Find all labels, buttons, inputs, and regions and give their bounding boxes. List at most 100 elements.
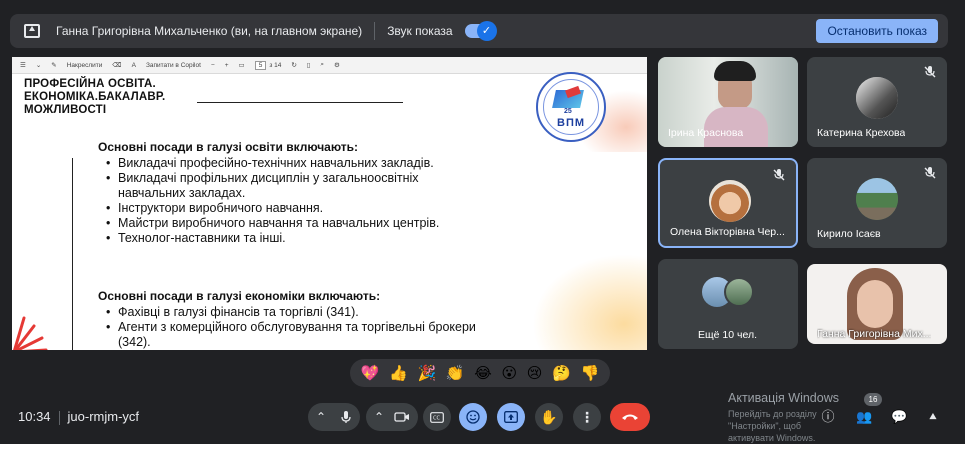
reaction-sad-icon[interactable]: 😢	[527, 364, 543, 382]
slide-page: ПРОФЕСІЙНА ОСВІТА. ЕКОНОМІКА.БАКАЛАВР. М…	[12, 72, 647, 350]
header-underline	[197, 102, 403, 103]
person-hair	[714, 61, 756, 81]
list-item: Інструктори виробничого навчання.	[106, 201, 486, 216]
stop-presenting-button[interactable]: Остановить показ	[816, 19, 938, 43]
participant-tile[interactable]: Ірина Краснова	[658, 57, 798, 147]
zoom-out-button[interactable]: −	[211, 62, 215, 69]
filter-icon[interactable]: ⌄	[36, 61, 41, 69]
participant-tile[interactable]: Кирило Ісаєв	[807, 158, 947, 248]
reactions-button[interactable]	[459, 403, 487, 431]
reaction-party-icon[interactable]: 🎉	[418, 364, 437, 382]
hand-icon: ✋	[540, 408, 558, 425]
present-screen-icon	[504, 411, 518, 423]
chevron-up-icon[interactable]: ⌃	[374, 410, 384, 424]
closed-captions-icon: CC	[430, 411, 444, 423]
microphone-icon[interactable]	[340, 410, 352, 424]
avatar	[709, 180, 751, 222]
participant-tile[interactable]: Катерина Крехова	[807, 57, 947, 147]
meeting-info: 10:34 juo-rmjm-ycf	[18, 409, 139, 425]
header-line: ПРОФЕСІЙНА ОСВІТА.	[24, 78, 156, 90]
pdf-toolbar: ☰ ⌄ ✎ Накреслити ⌫ A Запитати в Copilot …	[12, 57, 647, 74]
vertical-rule	[72, 158, 73, 350]
reaction-thumbs-down-icon[interactable]: 👎	[580, 364, 599, 382]
meet-window: Ганна Григорівна Михальченко (ви, на гла…	[0, 0, 965, 452]
reaction-thumbs-up-icon[interactable]: 👍	[389, 364, 408, 382]
more-participants-label: Ещё 10 чел.	[698, 329, 758, 341]
draw-label[interactable]: Накреслити	[67, 62, 103, 69]
header-line: МОЖЛИВОСТІ	[24, 104, 107, 116]
participant-name: Катерина Крехова	[817, 127, 906, 139]
emoji-smile-icon	[466, 410, 480, 424]
sunburst-decor-icon	[13, 316, 48, 350]
present-button[interactable]	[497, 403, 525, 431]
presenting-banner: Ганна Григорівна Михальченко (ви, на гла…	[10, 14, 948, 48]
page-number-input[interactable]: 5	[254, 60, 267, 70]
reactions-bar: 💖 👍 🎉 👏 😂 😮 😢 🤔 👎	[350, 359, 610, 387]
settings-icon[interactable]: ⚙	[334, 61, 340, 69]
section-title: Основні посади в галузі економіки включа…	[98, 289, 381, 303]
more-vert-icon: ⋮	[580, 408, 594, 425]
mic-off-icon	[924, 167, 936, 179]
participant-name: Ганна Григорівна Мих...	[817, 328, 932, 340]
eraser-icon[interactable]: ⌫	[112, 61, 121, 69]
shared-screen: ☰ ⌄ ✎ Накреслити ⌫ A Запитати в Copilot …	[12, 57, 647, 350]
more-participants-tile[interactable]: Ещё 10 чел.	[658, 259, 798, 349]
chevron-up-icon[interactable]: ⌃	[316, 410, 326, 424]
divider	[374, 22, 376, 40]
divider	[58, 410, 60, 425]
institution-logo: 25 ВПМ	[536, 72, 606, 142]
present-screen-icon	[24, 24, 40, 38]
section-title: Основні посади в галузі освіти включають…	[98, 140, 359, 154]
people-icon[interactable]: 👥	[856, 409, 872, 425]
avatar	[856, 77, 898, 119]
reaction-sparkling-heart-icon[interactable]: 💖	[361, 364, 380, 382]
avatar	[724, 277, 754, 307]
activities-icon[interactable]: ⯅	[925, 409, 941, 425]
participant-name: Кирило Ісаєв	[817, 228, 881, 240]
participant-name: Олена Вікторівна Чер...	[670, 226, 785, 238]
reaction-clap-icon[interactable]: 👏	[446, 364, 465, 382]
meeting-code: juo-rmjm-ycf	[67, 409, 140, 424]
mic-control[interactable]: ⌃	[308, 403, 360, 431]
leave-call-button[interactable]	[610, 403, 650, 431]
raise-hand-button[interactable]: ✋	[535, 403, 563, 431]
fit-page-icon[interactable]: ▭	[239, 61, 245, 69]
participant-tile-active[interactable]: Олена Вікторівна Чер...	[658, 158, 798, 248]
zoom-in-button[interactable]: +	[225, 62, 229, 69]
more-options-button[interactable]: ⋮	[573, 403, 601, 431]
check-icon: ✓	[476, 21, 497, 41]
participant-name: Ірина Краснова	[668, 127, 744, 139]
camera-control[interactable]: ⌃	[366, 403, 418, 431]
list-item: Технолог-наставники та інші.	[106, 231, 486, 246]
participant-count-badge: 16	[864, 393, 882, 406]
windows-activation-title: Активація Windows	[728, 391, 839, 405]
text-icon[interactable]: A	[132, 62, 136, 69]
reaction-laugh-icon[interactable]: 😂	[474, 364, 492, 382]
list-item: Фахівці в галузі фінансів та торгівлі (3…	[106, 305, 496, 320]
info-icon[interactable]: ⓘ	[820, 409, 836, 425]
logo-text: ВПМ	[557, 117, 586, 129]
participant-tile-self[interactable]: Ганна Григорівна Мих...	[807, 264, 947, 344]
captions-button[interactable]: CC	[423, 403, 451, 431]
reaction-thinking-icon[interactable]: 🤔	[552, 364, 571, 382]
logo-year: 25	[564, 108, 572, 115]
chat-icon[interactable]: 💬	[891, 409, 907, 425]
end-call-icon	[622, 414, 638, 420]
person-face	[857, 280, 893, 328]
presenting-text: Ганна Григорівна Михальченко (ви, на гла…	[56, 24, 363, 38]
slide-header: ПРОФЕСІЙНА ОСВІТА. ЕКОНОМІКА.БАКАЛАВР. М…	[24, 78, 165, 117]
svg-text:CC: CC	[433, 415, 440, 421]
menu-icon[interactable]: ☰	[20, 61, 26, 69]
list-item: Викладачі професійно-технічних навчальни…	[106, 156, 436, 171]
section-list: Фахівці в галузі фінансів та торгівлі (3…	[106, 305, 496, 350]
search-icon[interactable]: ⌕	[320, 61, 324, 69]
reaction-surprised-icon[interactable]: 😮	[501, 364, 517, 382]
mic-off-icon	[773, 169, 785, 181]
present-audio-toggle[interactable]: ✓	[464, 21, 497, 41]
draw-icon[interactable]: ✎	[51, 61, 56, 69]
copilot-label[interactable]: Запитати в Copilot	[146, 62, 201, 69]
mic-off-icon	[924, 66, 936, 78]
rotate-icon[interactable]: ↻	[291, 61, 296, 69]
camera-icon[interactable]	[394, 411, 410, 423]
view-icon[interactable]: ▯	[307, 61, 311, 69]
